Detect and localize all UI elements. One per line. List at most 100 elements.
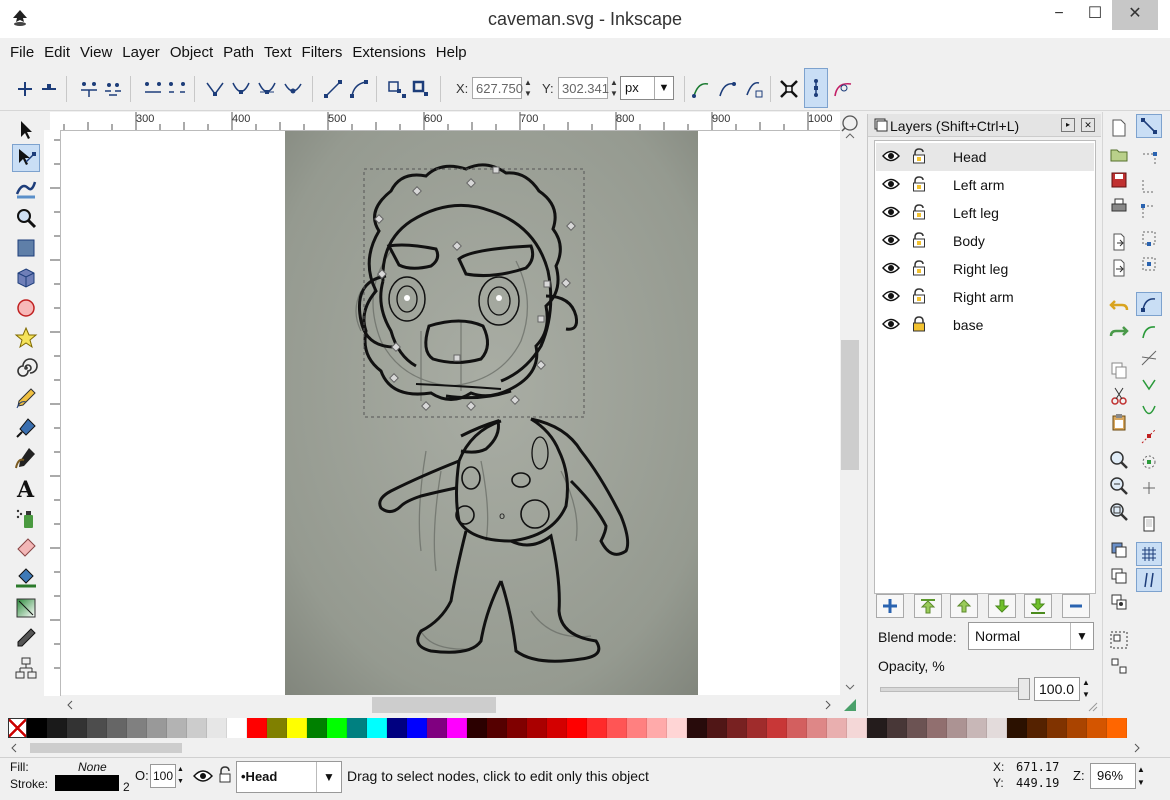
- color-swatch[interactable]: [407, 718, 427, 738]
- y-spin-arrows[interactable]: ▲ ▼: [608, 77, 620, 99]
- vertical-ruler[interactable]: [44, 130, 61, 696]
- symmetric-node-button[interactable]: [256, 78, 278, 100]
- color-swatch[interactable]: [747, 718, 767, 738]
- snap-to-paths-toggle[interactable]: [1136, 320, 1162, 344]
- color-swatch[interactable]: [47, 718, 67, 738]
- lower-layer-to-bottom-button[interactable]: [1024, 594, 1052, 618]
- menu-edit[interactable]: Edit: [44, 44, 70, 61]
- lock-icon[interactable]: [912, 316, 926, 332]
- raise-layer-button[interactable]: [950, 594, 978, 618]
- color-swatch[interactable]: [187, 718, 207, 738]
- layer-row[interactable]: Body: [876, 227, 1094, 255]
- spray-tool[interactable]: [12, 504, 40, 532]
- menu-help[interactable]: Help: [436, 44, 467, 61]
- color-swatch[interactable]: [267, 718, 287, 738]
- eye-icon[interactable]: [882, 149, 900, 163]
- show-handles-toggle[interactable]: [804, 68, 828, 108]
- show-transform-handles-button[interactable]: [778, 78, 800, 100]
- raise-layer-to-top-button[interactable]: [914, 594, 942, 618]
- color-swatch[interactable]: [247, 718, 267, 738]
- y-coordinate-input[interactable]: 302.341: [558, 77, 609, 99]
- delete-node-button[interactable]: [38, 78, 60, 100]
- lower-layer-button[interactable]: [988, 594, 1016, 618]
- snap-bbox-edge-toggle[interactable]: [1136, 174, 1162, 198]
- color-swatch[interactable]: [947, 718, 967, 738]
- color-swatch[interactable]: [987, 718, 1007, 738]
- zoom-page-button[interactable]: [1109, 502, 1129, 522]
- next-path-effect-button[interactable]: [690, 78, 712, 100]
- eye-icon[interactable]: [882, 261, 900, 275]
- color-swatch[interactable]: [447, 718, 467, 738]
- print-button[interactable]: [1109, 196, 1129, 216]
- opacity-slider-track[interactable]: [880, 687, 1030, 692]
- zoom-drawing-button[interactable]: [1109, 476, 1129, 496]
- unlock-icon[interactable]: [912, 288, 926, 304]
- color-swatch[interactable]: [347, 718, 367, 738]
- delete-segment-button[interactable]: [166, 78, 188, 100]
- color-swatch[interactable]: [547, 718, 567, 738]
- segment-line-button[interactable]: [322, 78, 344, 100]
- color-swatch[interactable]: [387, 718, 407, 738]
- stroke-width-value[interactable]: 2: [123, 780, 130, 794]
- palette-scrollbar[interactable]: [8, 741, 1143, 755]
- snap-cusp-nodes-toggle[interactable]: [1136, 372, 1162, 396]
- undo-button[interactable]: [1109, 296, 1129, 316]
- color-swatch[interactable]: [287, 718, 307, 738]
- paste-button[interactable]: [1109, 412, 1129, 432]
- snap-object-midpoints-toggle[interactable]: [1136, 450, 1162, 474]
- zoom-spin-arrows[interactable]: ▲ ▼: [1137, 763, 1149, 789]
- color-swatch[interactable]: [167, 718, 187, 738]
- color-swatch[interactable]: [1007, 718, 1027, 738]
- color-swatch[interactable]: [927, 718, 947, 738]
- panel-close-button[interactable]: ✕: [1081, 118, 1095, 132]
- color-swatch[interactable]: [847, 718, 867, 738]
- color-swatch[interactable]: [327, 718, 347, 738]
- remove-layer-button[interactable]: [1062, 594, 1090, 618]
- star-tool[interactable]: [12, 324, 40, 352]
- dropper-tool[interactable]: [12, 624, 40, 652]
- color-swatch[interactable]: [787, 718, 807, 738]
- break-path-button[interactable]: [102, 78, 124, 100]
- snap-nodes-toggle[interactable]: [1136, 292, 1162, 316]
- unlock-icon[interactable]: [912, 260, 926, 276]
- object-opacity-input[interactable]: 100: [150, 764, 176, 788]
- layer-row[interactable]: Left leg: [876, 199, 1094, 227]
- color-swatch[interactable]: [707, 718, 727, 738]
- 3d-box-tool[interactable]: [12, 264, 40, 292]
- menu-filters[interactable]: Filters: [302, 44, 343, 61]
- no-paint-swatch[interactable]: [8, 718, 27, 738]
- snap-page-border-toggle[interactable]: [1136, 512, 1162, 536]
- unlock-icon[interactable]: [218, 766, 232, 784]
- color-swatch[interactable]: [687, 718, 707, 738]
- copy-button[interactable]: [1109, 360, 1129, 380]
- color-swatch[interactable]: [1027, 718, 1047, 738]
- opacity-spin-arrows[interactable]: ▲ ▼: [1080, 677, 1092, 701]
- color-swatch[interactable]: [107, 718, 127, 738]
- zoom-input[interactable]: 96%: [1090, 763, 1136, 789]
- import-button[interactable]: [1109, 232, 1129, 252]
- snap-bbox-toggle[interactable]: [1136, 148, 1162, 172]
- smooth-node-button[interactable]: [230, 78, 252, 100]
- snap-bbox-center-toggle[interactable]: [1136, 252, 1162, 276]
- menu-extensions[interactable]: Extensions: [352, 44, 425, 61]
- fill-indicator[interactable]: None: [78, 760, 107, 774]
- unlock-icon[interactable]: [912, 148, 926, 164]
- snap-bbox-midpoint-toggle[interactable]: [1136, 226, 1162, 250]
- zoom-tool[interactable]: [12, 204, 40, 232]
- ungroup-button[interactable]: [1109, 656, 1129, 676]
- stroke-indicator[interactable]: [55, 775, 119, 791]
- color-swatch[interactable]: [1107, 718, 1127, 738]
- blend-mode-select[interactable]: Normal ▼: [968, 622, 1094, 650]
- duplicate-button[interactable]: [1109, 540, 1129, 560]
- eye-icon[interactable]: [193, 768, 213, 784]
- vertical-scrollbar[interactable]: [840, 112, 860, 696]
- color-swatch[interactable]: [527, 718, 547, 738]
- auto-smooth-node-button[interactable]: [282, 78, 304, 100]
- opacity-slider-handle[interactable]: [1018, 678, 1030, 700]
- node-tool[interactable]: [12, 144, 40, 172]
- color-swatch[interactable]: [427, 718, 447, 738]
- mask-edit-button[interactable]: [742, 78, 764, 100]
- snap-rotation-center-toggle[interactable]: [1136, 476, 1162, 500]
- color-swatch[interactable]: [467, 718, 487, 738]
- menu-file[interactable]: File: [10, 44, 34, 61]
